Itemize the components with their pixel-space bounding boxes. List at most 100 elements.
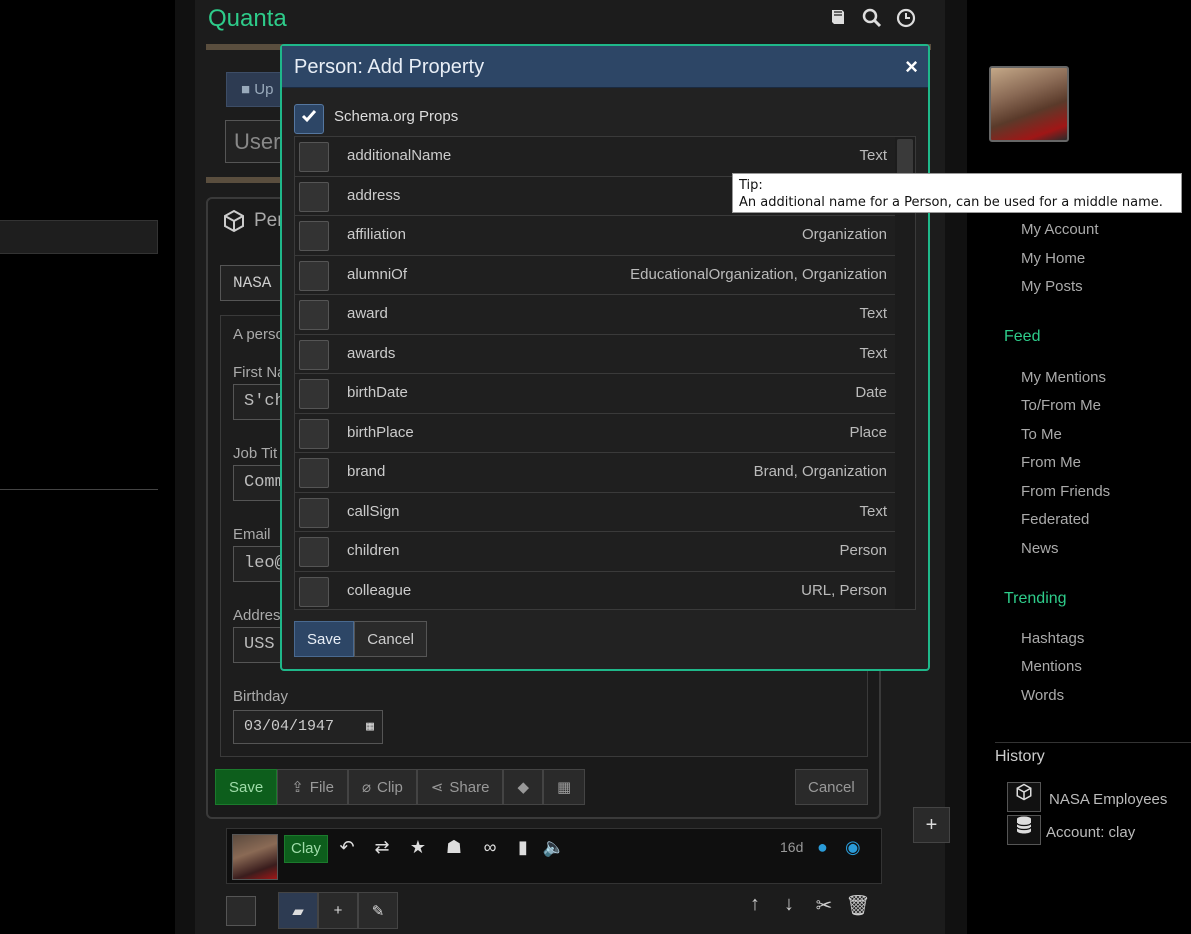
- select-checkbox[interactable]: [226, 896, 256, 926]
- trash-icon[interactable]: 🗑: [845, 893, 871, 918]
- link-icon[interactable]: ∞: [478, 837, 502, 858]
- eye-slash-icon[interactable]: ◉: [845, 837, 861, 858]
- open-folder-button[interactable]: ▰: [278, 892, 318, 929]
- bookmark-icon[interactable]: ▮: [511, 837, 535, 858]
- sidebar-item-federated[interactable]: Federated: [1021, 511, 1089, 528]
- property-checkbox[interactable]: [299, 300, 329, 330]
- users-icon[interactable]: ☗: [442, 837, 466, 858]
- property-checkbox[interactable]: [299, 339, 329, 370]
- clock-icon[interactable]: [895, 8, 917, 30]
- book-icon[interactable]: [827, 8, 849, 30]
- trending-heading[interactable]: Trending: [1004, 590, 1067, 608]
- add-node-button[interactable]: +: [913, 807, 950, 843]
- sidebar-item-my-account[interactable]: My Account: [1021, 221, 1099, 238]
- plus-icon: +: [333, 902, 343, 919]
- share-button[interactable]: ⋖ Share: [416, 769, 504, 805]
- sidebar-item-news[interactable]: News: [1021, 540, 1059, 557]
- tooltip-title: Tip:: [739, 178, 763, 193]
- sidebar-item-from-friends[interactable]: From Friends: [1021, 483, 1110, 500]
- star-icon[interactable]: ★: [406, 837, 430, 858]
- property-type: Text: [859, 305, 887, 322]
- list-item[interactable]: colleague URL, Person: [295, 572, 895, 610]
- list-item[interactable]: awards Text: [295, 335, 895, 374]
- schema-props-checkbox[interactable]: [294, 104, 324, 134]
- list-item[interactable]: birthPlace Place: [295, 414, 895, 453]
- calendar-icon[interactable]: ▦: [366, 719, 374, 734]
- sidebar-item-words[interactable]: Words: [1021, 687, 1064, 704]
- property-checkbox[interactable]: [299, 576, 329, 607]
- sidebar-item-from-me[interactable]: From Me: [1021, 454, 1081, 471]
- avatar[interactable]: [232, 834, 278, 880]
- property-name: birthDate: [347, 384, 408, 401]
- post-row: Clay ↶ ⇄ ★ ☗ ∞ ▮ 🔈 16d ● ◉: [226, 828, 882, 884]
- property-checkbox[interactable]: [299, 221, 329, 251]
- search-icon[interactable]: [861, 8, 883, 30]
- calendar-button[interactable]: ▦: [542, 769, 586, 805]
- list-item[interactable]: additionalName Text: [295, 137, 895, 177]
- property-checkbox[interactable]: [299, 142, 329, 172]
- property-checkbox[interactable]: [299, 418, 329, 449]
- list-item[interactable]: callSign Text: [295, 493, 895, 532]
- scrollbar-thumb[interactable]: [897, 139, 913, 175]
- avatar[interactable]: [989, 66, 1069, 142]
- save-button[interactable]: Save: [294, 621, 355, 657]
- tag-button[interactable]: ◆: [503, 769, 543, 805]
- arrow-down-icon[interactable]: ↓: [776, 893, 802, 916]
- property-checkbox[interactable]: [299, 181, 329, 212]
- property-name: affiliation: [347, 226, 406, 243]
- boost-icon[interactable]: ⇄: [370, 837, 394, 858]
- property-type: Text: [859, 344, 887, 362]
- job-title-label: Job Tit: [233, 445, 278, 462]
- list-item[interactable]: children Person: [295, 532, 895, 572]
- sidebar-item-my-posts[interactable]: My Posts: [1021, 278, 1083, 295]
- property-checkbox[interactable]: [299, 260, 329, 291]
- list-item[interactable]: affiliation Organization: [295, 216, 895, 256]
- property-type: Organization: [801, 226, 887, 243]
- file-button[interactable]: ⇪ File: [277, 769, 348, 805]
- birthday-input[interactable]: 03/04/1947 ▦: [233, 710, 383, 744]
- calendar-icon: ▦: [556, 779, 572, 796]
- arrow-up-icon[interactable]: ↑: [742, 893, 768, 916]
- property-checkbox[interactable]: [299, 458, 329, 488]
- property-checkbox[interactable]: [299, 537, 329, 567]
- sidebar-item-mentions[interactable]: Mentions: [1021, 658, 1082, 675]
- property-type: Text: [859, 147, 887, 164]
- sidebar-item-to-me[interactable]: To Me: [1021, 426, 1062, 443]
- property-checkbox[interactable]: [299, 497, 329, 528]
- editor-toolbar: Save ⇪ File ⌀ Clip ⋖ Share ◆ ▦: [215, 769, 586, 805]
- cancel-edit-button[interactable]: Cancel: [795, 769, 868, 805]
- insert-button[interactable]: +: [318, 892, 358, 929]
- scissors-icon[interactable]: ✂: [811, 893, 837, 918]
- node-actions: ▰ + ✎: [278, 892, 398, 929]
- edit-button[interactable]: ✎: [358, 892, 398, 929]
- save-button[interactable]: Save: [215, 769, 278, 805]
- property-type: URL, Person: [801, 581, 887, 599]
- clip-button-label: Clip: [376, 778, 403, 796]
- property-checkbox[interactable]: [299, 379, 329, 409]
- history-item-nasa-employees[interactable]: NASA Employees: [1049, 791, 1167, 808]
- reply-icon[interactable]: ↶: [335, 837, 359, 858]
- globe-icon[interactable]: ●: [817, 837, 828, 858]
- sidebar-item-hashtags[interactable]: Hashtags: [1021, 630, 1084, 647]
- close-icon[interactable]: ×: [905, 54, 918, 80]
- cancel-button[interactable]: Cancel: [354, 621, 427, 657]
- property-name: callSign: [347, 502, 400, 520]
- cube-icon: [1007, 782, 1041, 812]
- list-item[interactable]: alumniOf EducationalOrganization, Organi…: [295, 256, 895, 295]
- speaker-icon[interactable]: 🔈: [542, 837, 566, 858]
- description-text: A perso: [233, 326, 284, 343]
- upload-icon: ⇪: [291, 779, 304, 796]
- left-nav-bar[interactable]: [0, 220, 158, 254]
- author-button[interactable]: Clay: [284, 835, 329, 863]
- history-item-account[interactable]: Account: clay: [1046, 824, 1135, 841]
- app-title[interactable]: Quanta: [208, 5, 287, 33]
- clip-button[interactable]: ⌀ Clip: [347, 769, 417, 805]
- list-item[interactable]: award Text: [295, 295, 895, 335]
- sidebar-item-my-mentions[interactable]: My Mentions: [1021, 369, 1106, 386]
- list-item[interactable]: brand Brand, Organization: [295, 453, 895, 493]
- edit-icon: ✎: [371, 902, 385, 920]
- feed-heading[interactable]: Feed: [1004, 328, 1040, 346]
- list-item[interactable]: birthDate Date: [295, 374, 895, 414]
- sidebar-item-my-home[interactable]: My Home: [1021, 250, 1085, 267]
- sidebar-item-to-from-me[interactable]: To/From Me: [1021, 397, 1101, 414]
